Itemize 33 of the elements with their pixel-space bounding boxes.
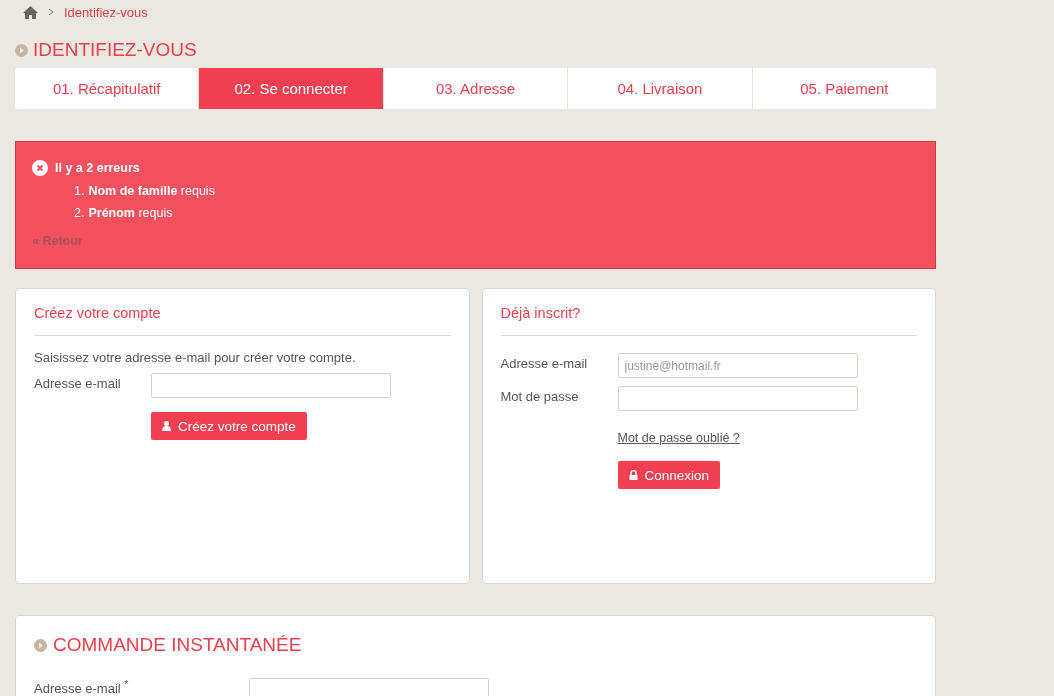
lock-icon (628, 470, 638, 480)
bullet-icon (34, 638, 47, 652)
error-item: Nom de famille requis (88, 183, 215, 200)
section-title: COMMANDE INSTANTANÉE (53, 634, 302, 656)
bullet-icon (15, 43, 28, 57)
step-tab[interactable]: 05. Paiement (752, 68, 937, 109)
forgot-password-link[interactable]: Mot de passe oublié ? (617, 431, 740, 445)
create-account-button[interactable]: Créez votre compte (151, 412, 307, 440)
step-tab[interactable]: 03. Adresse (383, 68, 569, 109)
breadcrumb-current: Identifiez-vous (64, 4, 148, 20)
error-icon (32, 160, 48, 176)
error-number: 1. (74, 183, 85, 200)
field-label: Adresse e-mail (500, 355, 589, 371)
email-field[interactable] (151, 373, 391, 398)
card-title: Créez votre compte (34, 305, 451, 336)
email-field[interactable] (248, 678, 489, 696)
password-field[interactable] (617, 386, 858, 411)
intro-text: Saisissez votre adresse e-mail pour créer votre compte. (34, 350, 357, 365)
login-button[interactable]: Connexion (617, 461, 721, 489)
email-field[interactable]: justine@hotmail.fr (617, 353, 858, 378)
step-tab[interactable]: 02. Se connecter (199, 68, 384, 109)
home-icon[interactable] (23, 5, 38, 19)
error-number: 2. (74, 205, 85, 222)
error-item: Prénom requis (88, 205, 173, 222)
error-title: Il y a 2 erreurs (55, 161, 140, 175)
field-label: Adresse e-mail (34, 375, 122, 391)
card-title: Déjà inscrit? (500, 305, 917, 336)
field-label: Adresse e-mail $^{*}$ (34, 678, 129, 696)
user-icon (162, 421, 171, 431)
page-title: IDENTIFIEZ-VOUS (33, 39, 197, 61)
chevron-icon (48, 8, 54, 16)
step-tab[interactable]: 04. Livraison (568, 68, 753, 109)
field-label: Mot de passe (500, 388, 580, 404)
